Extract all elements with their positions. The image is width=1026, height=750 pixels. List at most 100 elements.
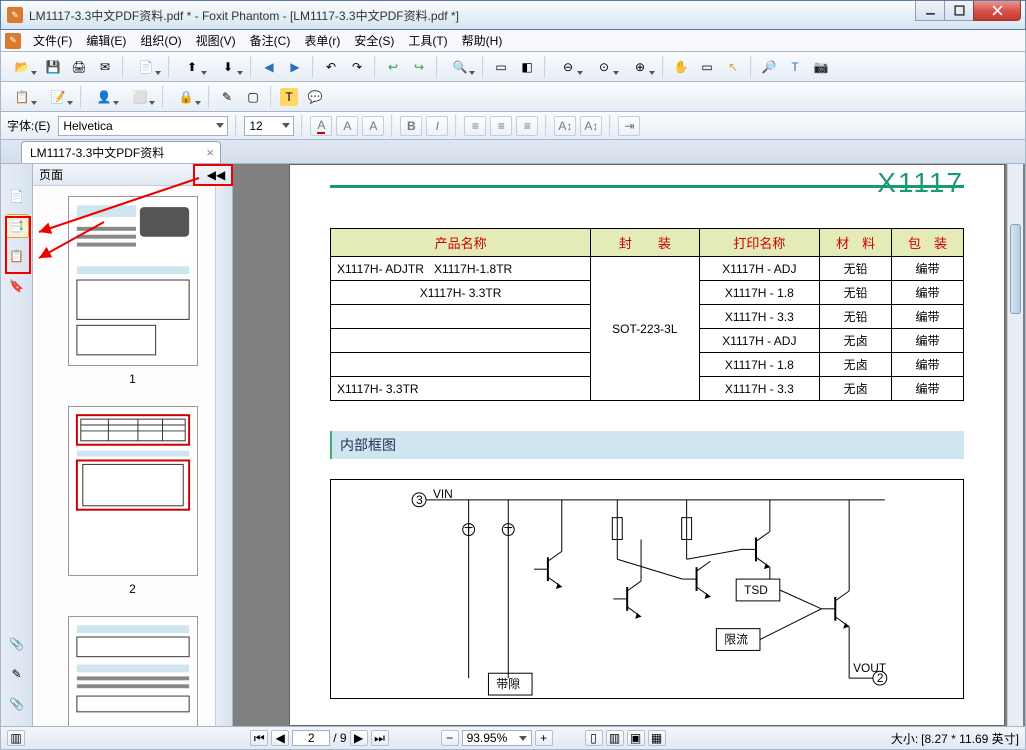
thumbnail-page-1[interactable] — [68, 196, 198, 366]
collapse-panel-icon[interactable]: ◀◀ — [206, 168, 226, 182]
font-label: 字体:(E) — [7, 117, 50, 134]
nav-clip-button[interactable]: 📎 — [5, 692, 29, 716]
separator — [250, 56, 252, 78]
tab-close-icon[interactable]: × — [206, 145, 214, 160]
thumbnail-page-2[interactable] — [68, 406, 198, 576]
svg-text:带隙: 带隙 — [496, 677, 520, 691]
menu-file[interactable]: 文件(F) — [27, 30, 78, 51]
prev-view-button[interactable]: ◀ — [257, 55, 281, 79]
menu-edit[interactable]: 编辑(E) — [80, 30, 132, 51]
last-page-button[interactable]: ⏭ — [371, 730, 389, 746]
menu-annotate[interactable]: 备注(C) — [244, 30, 297, 51]
outline-a-button[interactable]: A — [336, 116, 358, 136]
select-tool-button[interactable]: ▭ — [695, 55, 719, 79]
nav-down-button[interactable]: ⬇ — [211, 55, 245, 79]
highlight-button[interactable]: 👤 — [87, 85, 121, 109]
menu-view[interactable]: 视图(V) — [190, 30, 242, 51]
cell-name: X1117H- ADJTR — [337, 262, 424, 276]
typewriter-button[interactable]: T — [277, 85, 301, 109]
menu-organize[interactable]: 组织(O) — [134, 30, 187, 51]
note-button[interactable]: 📋 — [5, 85, 39, 109]
document-tab[interactable]: LM1117-3.3中文PDF资料 × — [21, 141, 221, 163]
comment-button[interactable]: 💬 — [303, 85, 327, 109]
scrollbar-thumb[interactable] — [1010, 224, 1021, 314]
rotate-left-button[interactable]: ↶ — [319, 55, 343, 79]
status-panel-toggle[interactable]: ▥ — [7, 730, 25, 746]
menu-security[interactable]: 安全(S) — [348, 30, 400, 51]
nav-sign-button[interactable]: ✎ — [5, 662, 29, 686]
stamp-button[interactable]: ⬜ — [123, 85, 157, 109]
plain-a-button[interactable]: A — [362, 116, 384, 136]
maximize-button[interactable] — [944, 1, 974, 21]
next-view-button[interactable]: ▶ — [283, 55, 307, 79]
vertical-scrollbar[interactable] — [1007, 164, 1023, 726]
thumbnail-page-3[interactable] — [68, 616, 198, 726]
vin-label: VIN — [433, 487, 453, 501]
pointer-tool-button[interactable]: ↖ — [721, 55, 745, 79]
size-value: 12 — [249, 119, 262, 133]
zoom-out-status[interactable]: − — [441, 730, 459, 746]
cell-print: X1117H - ADJ — [699, 257, 820, 281]
redo-button[interactable]: ↪ — [407, 55, 431, 79]
email-button[interactable]: ✉ — [93, 55, 117, 79]
menu-help[interactable]: 帮助(H) — [456, 30, 509, 51]
open-button[interactable]: 📂 — [5, 55, 39, 79]
color-a-button[interactable]: A — [310, 116, 332, 136]
facing-view[interactable]: ▣ — [627, 730, 645, 746]
continuous-view[interactable]: ▥ — [606, 730, 624, 746]
zoom-out-btn[interactable]: ⊖ — [551, 55, 585, 79]
indent-button[interactable]: ⇥ — [618, 116, 640, 136]
text-select-button[interactable]: T — [783, 55, 807, 79]
italic-button[interactable]: I — [426, 116, 448, 136]
align-center-button[interactable]: ≡ — [490, 116, 512, 136]
snapshot-button[interactable]: 📷 — [809, 55, 833, 79]
page-nav-group: ⏮ ◀ 2 / 9 ▶ ⏭ — [250, 730, 388, 746]
size-value: [8.27 * 11.69 英寸] — [921, 730, 1019, 747]
zoom-reset-btn[interactable]: ⊙ — [587, 55, 621, 79]
zoom-in-status[interactable]: + — [535, 730, 553, 746]
window-buttons — [916, 1, 1021, 21]
zoom-in-btn[interactable]: ⊕ — [623, 55, 657, 79]
rotate-right-button[interactable]: ↷ — [345, 55, 369, 79]
size-combo[interactable]: 12 — [244, 116, 294, 136]
nav-bookmarks-button[interactable]: 📄 — [5, 184, 29, 208]
nav-comments-button[interactable]: 🔖 — [5, 274, 29, 298]
cell-print: X1117H - 1.8 — [699, 281, 820, 305]
minimize-button[interactable] — [915, 1, 945, 21]
edit-text-button[interactable]: ✎ — [215, 85, 239, 109]
close-button[interactable] — [973, 1, 1021, 21]
nav-layers-button[interactable]: 📋 — [5, 244, 29, 268]
search-button[interactable]: 🔎 — [757, 55, 781, 79]
single-page-view[interactable]: ▯ — [585, 730, 603, 746]
align-left-button[interactable]: ≡ — [464, 116, 486, 136]
prev-page-button[interactable]: ◀ — [271, 730, 289, 746]
sticky-button[interactable]: 📝 — [41, 85, 75, 109]
document-viewport[interactable]: X1117 产品名称 封 装 打印名称 材 料 包 装 X1117H- ADJT… — [233, 164, 1025, 726]
undo-button[interactable]: ↩ — [381, 55, 405, 79]
next-page-button[interactable]: ▶ — [350, 730, 368, 746]
scan-button[interactable]: 📄 — [129, 55, 163, 79]
nav-attach-button[interactable]: 📎 — [5, 632, 29, 656]
fit-page-button[interactable]: ▭ — [489, 55, 513, 79]
zoom-in-button[interactable]: 🔍 — [443, 55, 477, 79]
page-input[interactable]: 2 — [292, 730, 330, 746]
first-page-button[interactable]: ⏮ — [250, 730, 268, 746]
nav-pages-button[interactable]: 📑 — [5, 214, 29, 238]
lock-button[interactable]: 🔒 — [169, 85, 203, 109]
font-combo[interactable]: Helvetica — [58, 116, 228, 136]
edit-object-button[interactable]: ▢ — [241, 85, 265, 109]
bold-button[interactable]: B — [400, 116, 422, 136]
spacing-dec-button[interactable]: A↕ — [580, 116, 602, 136]
spacing-inc-button[interactable]: A↕ — [554, 116, 576, 136]
nav-up-button[interactable]: ⬆ — [175, 55, 209, 79]
fit-width-button[interactable]: ◧ — [515, 55, 539, 79]
menu-form[interactable]: 表单(r) — [298, 30, 346, 51]
align-right-button[interactable]: ≡ — [516, 116, 538, 136]
hand-tool-button[interactable]: ✋ — [669, 55, 693, 79]
facing-continuous-view[interactable]: ▦ — [648, 730, 666, 746]
print-button[interactable]: 🖨 — [67, 55, 91, 79]
menu-tools[interactable]: 工具(T) — [402, 30, 453, 51]
thumbnails-list[interactable]: 1 2 3 — [33, 186, 232, 726]
save-button[interactable]: 💾 — [41, 55, 65, 79]
zoom-combo[interactable]: 93.95% — [462, 730, 532, 746]
